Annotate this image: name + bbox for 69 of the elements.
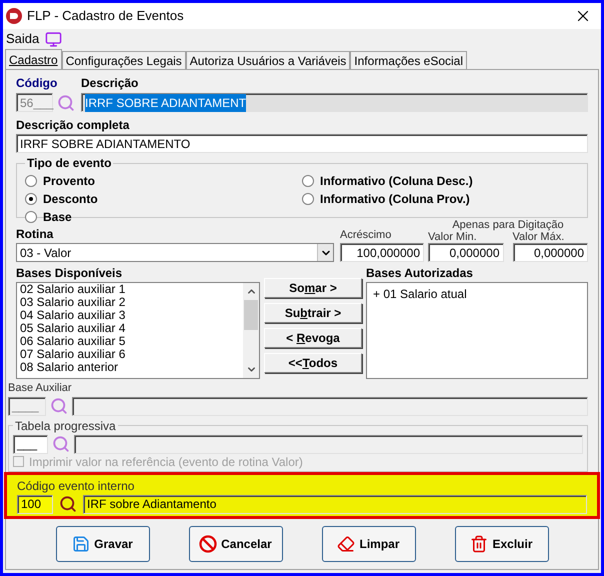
tab[interactable]: Configurações Legais — [62, 51, 186, 69]
auxiliary-base-code-field[interactable]: ____ — [8, 396, 46, 416]
radio-label: Desconto — [43, 191, 98, 208]
field-label: Valor Máx. — [512, 231, 566, 243]
routine-dropdown[interactable]: 03 - Valor — [16, 243, 334, 262]
group-title: Tipo de evento — [26, 155, 112, 172]
list-item[interactable]: 05 Salario auxiliar 4 — [20, 322, 243, 335]
field-label: Descrição — [81, 75, 140, 92]
available-bases-list[interactable]: 02 Salario auxiliar 1 03 Salario auxiliar 2 04 Salario auxiliar 3 05 Salario auxiliar 4 06 Salario auxiliar 5 07 Salario auxiliar 6 08 Salario anterior — [16, 282, 260, 379]
internal-event-code-field[interactable]: 100 — [17, 494, 53, 514]
list-item[interactable]: 04 Salario auxiliar 3 — [20, 309, 243, 322]
monitor-icon[interactable] — [45, 30, 62, 48]
action-button[interactable]: Limpar — [322, 526, 416, 562]
field-label: Rotina — [16, 226, 54, 243]
list-item[interactable]: 06 Salario auxiliar 5 — [20, 335, 243, 348]
prohibition-icon — [199, 534, 218, 552]
action-button[interactable]: Gravar — [56, 526, 150, 562]
radio-button[interactable] — [25, 211, 37, 223]
selected-text: IRRF SOBRE ADIANTAMENT — [85, 94, 246, 112]
progressive-table-description-field[interactable] — [74, 434, 583, 454]
window-title: FLP - Cadastro de Eventos — [27, 7, 184, 26]
tab[interactable]: Autoriza Usuários a Variáveis — [186, 51, 350, 69]
tab[interactable]: Informações eSocial — [350, 51, 468, 69]
checkbox-label: Imprimir valor na referência (evento de rotina Valor) — [29, 454, 303, 468]
menu-item[interactable]: Saida — [6, 29, 40, 49]
auxiliary-base-description-field[interactable] — [72, 396, 588, 416]
section-label: Apenas para Digitação — [451, 219, 565, 231]
radio-label: Informativo (Coluna Desc.) — [320, 173, 473, 190]
transfer-button[interactable]: Somar > — [264, 278, 362, 298]
list-label: Bases Disponíveis — [16, 265, 124, 282]
tab[interactable]: Cadastro — [5, 49, 62, 69]
action-button[interactable]: Excluir — [454, 526, 548, 562]
radio-button[interactable] — [302, 193, 314, 205]
min-value-field[interactable]: 0,000000 — [428, 243, 504, 262]
authorized-bases-list[interactable]: + 01 Salario atual — [366, 282, 588, 379]
list-item[interactable]: 08 Salario anterior — [20, 361, 243, 374]
eraser-icon — [337, 534, 356, 552]
radio-button[interactable] — [25, 193, 37, 205]
transfer-button[interactable]: <<Todos — [264, 353, 362, 373]
field-label: Valor Min. — [428, 231, 478, 243]
description-field[interactable]: IRRF SOBRE ADIANTAMENT — [81, 93, 588, 112]
list-label: Bases Autorizadas — [366, 265, 474, 282]
radio-label: Informativo (Coluna Prov.) — [320, 191, 470, 208]
increment-field[interactable]: 100,000000 — [340, 243, 424, 262]
internal-event-description-field[interactable]: IRF sobre Adiantamento — [83, 494, 587, 514]
radio-label: Base — [43, 209, 72, 226]
app-logo-icon — [6, 8, 22, 24]
list-item[interactable]: 07 Salario auxiliar 6 — [20, 348, 243, 361]
list-item[interactable]: + 01 Salario atual — [373, 285, 587, 303]
field-label: Base Auxiliar — [8, 381, 73, 396]
action-button[interactable]: Cancelar — [188, 526, 282, 562]
scrollbar[interactable] — [243, 283, 259, 378]
full-description-field[interactable]: IRRF SOBRE ADIANTAMENTO — [16, 134, 588, 153]
transfer-button[interactable]: < Revoga — [264, 328, 362, 348]
radio-button[interactable] — [25, 175, 37, 187]
search-icon[interactable] — [59, 495, 77, 513]
radio-button[interactable] — [302, 175, 314, 187]
radio-label: Provento — [43, 173, 96, 190]
field-label: Acréscimo — [340, 228, 392, 242]
field-label: Código — [16, 75, 58, 92]
list-item[interactable]: 03 Salario auxiliar 2 — [20, 296, 243, 309]
trash-icon — [470, 534, 488, 552]
group-title: Tabela progressiva — [14, 418, 117, 434]
list-item[interactable]: 02 Salario auxiliar 1 — [20, 283, 243, 296]
max-value-field[interactable]: 0,000000 — [512, 243, 588, 262]
progressive-table-code-field[interactable]: ___ — [13, 434, 48, 454]
transfer-button[interactable]: Subtrair > — [264, 303, 362, 323]
field-label: Código evento interno — [17, 478, 136, 494]
field-label: Descrição completa — [16, 117, 130, 134]
